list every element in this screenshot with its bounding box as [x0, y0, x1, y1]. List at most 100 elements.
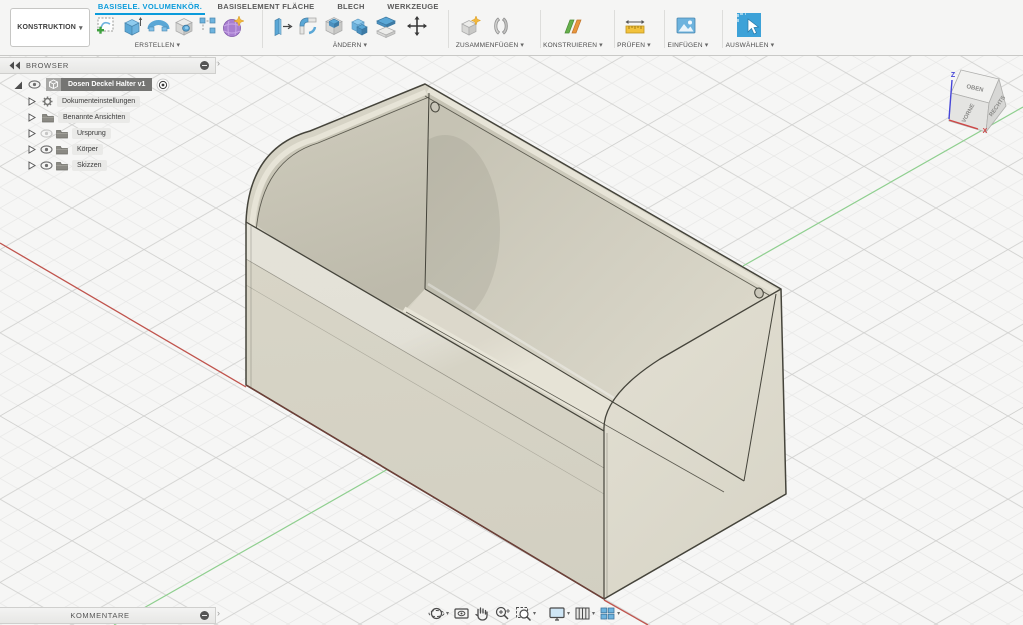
comments-panel-header[interactable]: KOMMENTARE: [0, 607, 216, 624]
chevron-down-icon: [363, 41, 367, 49]
joint-button[interactable]: [489, 14, 513, 38]
press-pull-button[interactable]: [270, 14, 294, 38]
panel-expand-chevron[interactable]: [217, 608, 220, 618]
press-pull-icon: [274, 17, 293, 37]
chevron-down-icon: [79, 24, 83, 32]
display-settings-icon: [549, 606, 565, 621]
model-canvas[interactable]: OBEN VORNE RECHTS Z X: [0, 0, 1023, 625]
select-button[interactable]: [736, 12, 763, 39]
collapsed-triangle-icon[interactable]: [28, 97, 36, 106]
measure-button[interactable]: [622, 14, 648, 38]
eye-off-icon[interactable]: [40, 129, 53, 138]
collapsed-triangle-icon[interactable]: [28, 145, 36, 154]
panel-expand-chevron[interactable]: [217, 58, 220, 68]
fit-button[interactable]: ▾: [515, 605, 536, 622]
construction-plane-button[interactable]: [560, 14, 586, 38]
collapsed-triangle-icon[interactable]: [28, 113, 36, 122]
browser-panel-header[interactable]: BROWSER: [0, 57, 216, 74]
tab-werkzeuge[interactable]: WERKZEUGE: [382, 0, 444, 13]
display-settings-button[interactable]: ▾: [548, 605, 570, 622]
browser-panel-title: BROWSER: [26, 61, 69, 70]
browser-item-root[interactable]: Dosen Deckel Halter v1: [13, 78, 170, 91]
pruefen-group-dropdown[interactable]: PRÜFEN: [606, 41, 662, 49]
chevron-down-icon: [647, 41, 651, 49]
construction-plane-icon: [564, 19, 582, 34]
look-at-button[interactable]: [453, 605, 470, 622]
browser-item-ursprung[interactable]: Ursprung: [28, 127, 111, 140]
panel-handle-icon[interactable]: [200, 611, 209, 620]
new-component-icon: [461, 15, 482, 36]
hole-icon: [175, 18, 193, 36]
eye-icon[interactable]: [40, 161, 53, 170]
comments-panel-title: KOMMENTARE: [70, 611, 130, 620]
revolve-button[interactable]: [146, 14, 170, 38]
konstruktion-dropdown[interactable]: KONSTRUKTION: [10, 8, 90, 47]
chevron-down-icon[interactable]: ▾: [617, 610, 620, 617]
grid-settings-button[interactable]: ▾: [574, 605, 595, 622]
folder-icon: [56, 129, 68, 138]
chevron-down-icon[interactable]: ▾: [446, 610, 449, 617]
new-component-button[interactable]: [458, 14, 484, 38]
expanded-triangle-icon[interactable]: [13, 80, 23, 90]
shell-icon: [325, 17, 343, 36]
fusion360-window: OBEN VORNE RECHTS Z X BASISELE. VOLUMENK…: [0, 0, 1023, 625]
aendern-group-dropdown[interactable]: ÄNDERN: [310, 41, 390, 49]
eye-icon[interactable]: [28, 80, 41, 89]
move-copy-button[interactable]: [406, 15, 428, 37]
chevron-down-icon: [771, 41, 775, 49]
collapsed-triangle-icon[interactable]: [28, 129, 36, 138]
browser-item-koerper[interactable]: Körper: [28, 143, 104, 156]
zusammenfuegen-group-dropdown[interactable]: ZUSAMMENFÜGEN: [444, 41, 536, 49]
toolbar: BASISELE. VOLUMENKÖR. BASISELEMENT FLÄCH…: [0, 0, 1023, 56]
collapsed-triangle-icon[interactable]: [28, 161, 36, 170]
browser-item-dokumenteinstellungen[interactable]: Dokumenteinstellungen: [28, 95, 141, 108]
chevron-down-icon[interactable]: ▾: [592, 610, 595, 617]
extrude-icon: [124, 17, 143, 36]
look-at-icon: [454, 607, 469, 619]
activate-radio-icon[interactable]: [156, 78, 170, 92]
chevron-down-icon[interactable]: ▾: [567, 610, 570, 617]
collapse-panel-icon[interactable]: [8, 61, 22, 70]
tab-basisele-volumenkoer[interactable]: BASISELE. VOLUMENKÖR.: [95, 0, 205, 15]
chevron-down-icon: [599, 41, 603, 49]
chevron-down-icon[interactable]: ▾: [533, 610, 536, 617]
create-form-button[interactable]: [220, 14, 246, 40]
toolbar-separator: [262, 10, 263, 48]
document-cube-icon: [46, 78, 61, 91]
tab-blech[interactable]: BLECH: [328, 0, 374, 13]
svg-text:X: X: [983, 128, 988, 135]
chevron-down-icon: [177, 41, 181, 49]
shell-button[interactable]: [322, 14, 346, 38]
insert-button[interactable]: [674, 14, 698, 38]
zoom-button[interactable]: [494, 605, 511, 622]
create-form-icon: [223, 15, 245, 37]
extrude-button[interactable]: [120, 14, 144, 38]
hole-button[interactable]: [172, 14, 196, 38]
split-body-button[interactable]: [374, 14, 398, 38]
orbit-button[interactable]: ▾: [428, 605, 449, 622]
grid-settings-icon: [575, 607, 590, 619]
erstellen-group-dropdown[interactable]: ERSTELLEN: [110, 41, 205, 49]
pan-button[interactable]: [474, 605, 490, 622]
auswaehlen-group-dropdown[interactable]: AUSWÄHLEN: [712, 41, 788, 49]
panel-handle-icon[interactable]: [200, 61, 209, 70]
tab-basiselement-flaeche[interactable]: BASISELEMENT FLÄCHE: [210, 0, 322, 13]
browser-item-benannte-ansichten[interactable]: Benannte Ansichten: [28, 111, 131, 124]
orbit-icon: [428, 607, 445, 619]
folder-icon: [42, 113, 54, 122]
browser-item-skizzen[interactable]: Skizzen: [28, 159, 107, 172]
fillet-icon: [299, 17, 317, 35]
create-sketch-button[interactable]: [94, 14, 118, 38]
viewports-button[interactable]: ▾: [599, 605, 620, 622]
konstruieren-group-dropdown[interactable]: KONSTRUIEREN: [530, 41, 616, 49]
eye-icon[interactable]: [40, 145, 53, 154]
rectangular-pattern-icon: [199, 17, 216, 34]
create-sketch-icon: [97, 17, 114, 34]
document-title[interactable]: Dosen Deckel Halter v1: [61, 78, 153, 91]
combine-button[interactable]: [348, 14, 372, 38]
navigation-bar: ▾ ▾ ▾ ▾ ▾: [428, 604, 620, 622]
rectangular-pattern-button[interactable]: [199, 17, 216, 34]
joint-icon: [494, 17, 508, 35]
svg-text:Z: Z: [951, 72, 956, 79]
fillet-button[interactable]: [296, 14, 320, 38]
